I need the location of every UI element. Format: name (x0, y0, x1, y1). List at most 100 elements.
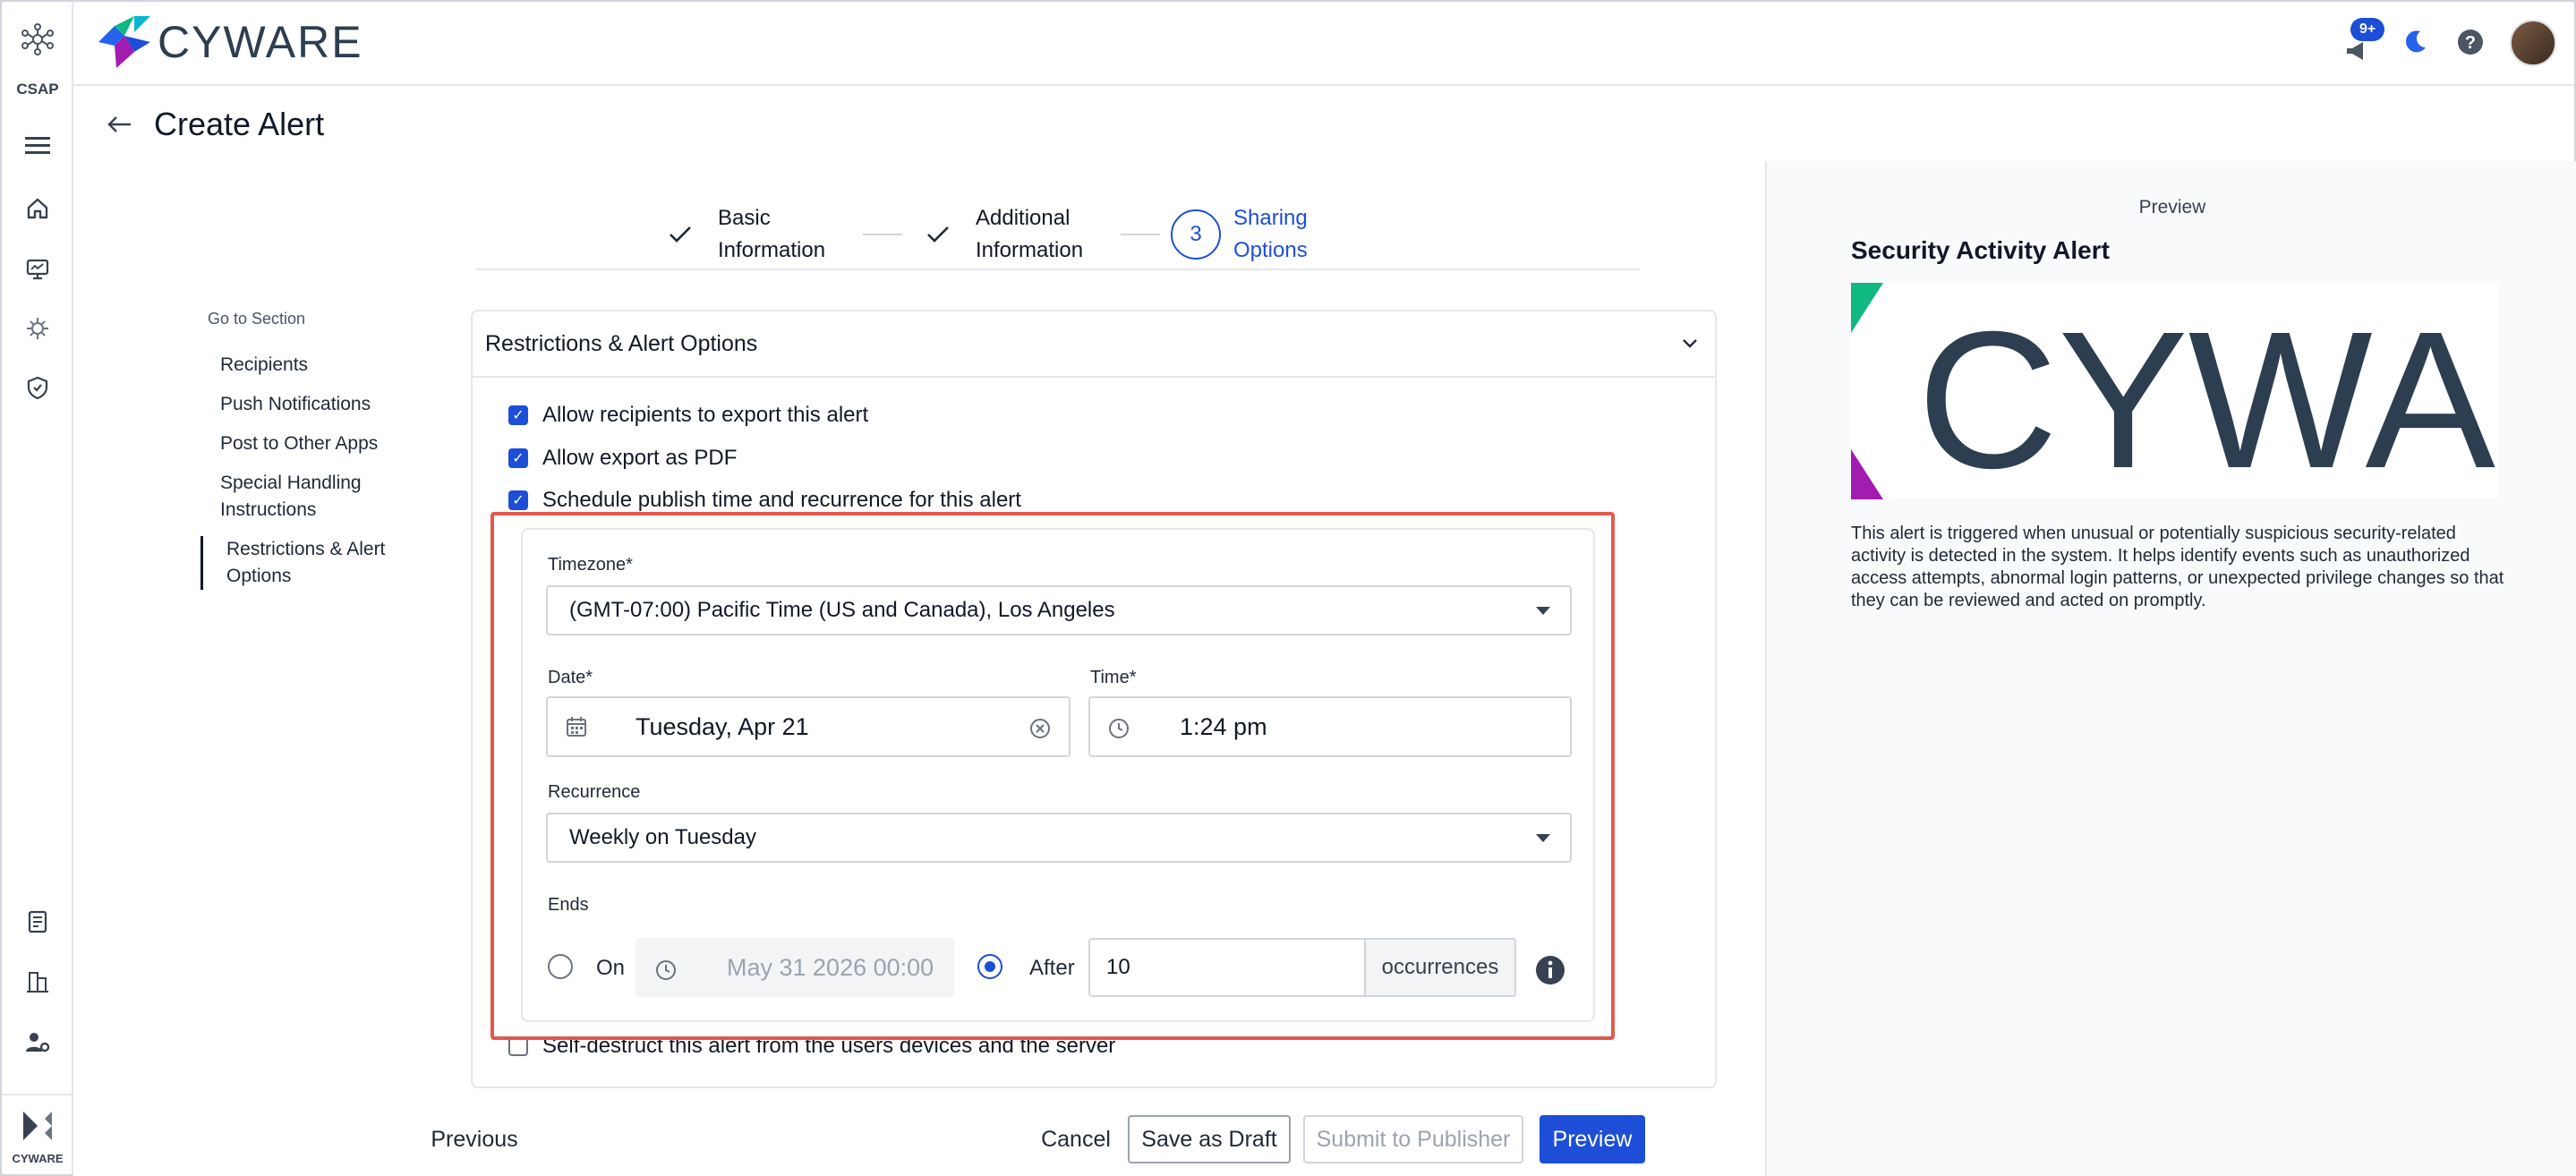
form-footer: Previous Cancel Save as Draft Submit to … (73, 1101, 1765, 1176)
help-button[interactable]: ? (2456, 28, 2486, 58)
preview-button[interactable]: Preview (1540, 1115, 1645, 1163)
threat-icon[interactable] (20, 311, 55, 346)
info-icon[interactable] (1534, 954, 1566, 986)
date-label: Date* (548, 668, 593, 687)
back-arrow-icon[interactable] (106, 109, 132, 142)
ends-on-radio[interactable] (548, 954, 573, 979)
page-title: Create Alert (154, 106, 325, 142)
submit-publisher-button[interactable]: Submit to Publisher (1303, 1115, 1523, 1163)
product-name: CSAP (16, 81, 59, 98)
ends-on-date-input[interactable]: May 31 2026 00:00 (635, 938, 954, 997)
option-label: Allow recipients to export this alert (542, 403, 869, 427)
top-bar: CYWARE 9+ ? (73, 2, 2574, 86)
recurrence-select[interactable]: Weekly on Tuesday (546, 813, 1572, 863)
caret-down-icon (1536, 607, 1550, 615)
time-input[interactable]: 1:24 pm (1088, 696, 1572, 757)
option-export-pdf[interactable]: ✓ Allow export as PDF (508, 446, 737, 471)
chevron-down-icon[interactable] (1681, 337, 1699, 350)
cyware-logo-icon (98, 16, 150, 68)
notification-badge: 9+ (2350, 18, 2385, 41)
option-export-alert[interactable]: ✓ Allow recipients to export this alert (508, 403, 868, 428)
step-basic-information[interactable]: Basic Information (655, 202, 852, 267)
goto-item-restrictions[interactable]: Restrictions & Alert Options (200, 536, 406, 590)
goto-header: Go to Section (208, 310, 306, 328)
shield-icon[interactable] (20, 370, 55, 405)
previous-button[interactable]: Previous (421, 1115, 528, 1163)
app-window: CSAP CYWARE CYWARE 9+ ? Create Alert Bas… (0, 0, 2576, 1176)
save-draft-button[interactable]: Save as Draft (1128, 1115, 1291, 1163)
clock-icon (653, 958, 678, 983)
goto-item-special-handling[interactable]: Special Handling Instructions (208, 470, 396, 524)
svg-text:?: ? (2465, 33, 2476, 53)
preview-panel: Preview Security Activity Alert CYWAR Th… (1765, 161, 2576, 1176)
ends-after-input[interactable]: 10 occurrences (1088, 938, 1516, 997)
ends-after-value: 10 (1106, 955, 1130, 979)
ends-on-label: On (596, 956, 626, 980)
card-title: Restrictions & Alert Options (485, 330, 758, 356)
step-divider (1121, 234, 1160, 235)
clear-icon[interactable] (1028, 716, 1053, 741)
banner-wordmark: CYWAR (1917, 292, 2499, 499)
timezone-label: Timezone* (548, 555, 633, 575)
date-value: Tuesday, Apr 21 (635, 712, 809, 740)
step-label: Additional Information (976, 206, 1084, 262)
goto-item-post-to-other-apps[interactable]: Post to Other Apps (208, 430, 440, 457)
stepper: Basic Information Additional Information… (655, 202, 1368, 267)
step-number: 3 (1171, 209, 1221, 260)
date-input[interactable]: Tuesday, Apr 21 (546, 696, 1070, 757)
calendar-icon (564, 714, 589, 739)
megaphone-icon (2347, 42, 2363, 60)
brand-wordmark: CYWARE (158, 17, 363, 67)
ends-after-label: After (1029, 956, 1075, 980)
check-icon (913, 209, 963, 260)
home-icon[interactable] (20, 191, 55, 226)
goto-item-push-notifications[interactable]: Push Notifications (208, 391, 440, 418)
cyware-banner-image: CYWAR (1851, 283, 2499, 499)
preview-description: This alert is triggered when unusual or … (1851, 524, 2504, 610)
occurrences-addon: occurrences (1364, 940, 1514, 995)
time-value: 1:24 pm (1180, 712, 1267, 740)
goto-section-nav: Go to Section Recipients Push Notificati… (200, 310, 440, 602)
check-icon (655, 209, 705, 260)
footer-brand-text: CYWARE (12, 1152, 64, 1165)
clock-icon (1106, 716, 1131, 741)
notifications-button[interactable]: 9+ (2343, 18, 2385, 61)
option-schedule-publish[interactable]: ✓ Schedule publish time and recurrence f… (508, 488, 1021, 513)
page-header: Create Alert (73, 88, 2574, 161)
checkbox-checked[interactable]: ✓ (508, 448, 528, 468)
brand-logo[interactable]: CYWARE (97, 14, 363, 70)
recurrence-label: Recurrence (548, 782, 641, 802)
checkbox-checked[interactable]: ✓ (508, 490, 528, 510)
preview-alert-title: Security Activity Alert (1851, 236, 2110, 264)
option-label: Allow export as PDF (542, 446, 738, 470)
checkbox-checked[interactable]: ✓ (508, 405, 528, 425)
left-rail: CSAP CYWARE (2, 2, 73, 1174)
report-icon[interactable] (20, 904, 55, 940)
step-additional-information[interactable]: Additional Information (913, 202, 1110, 267)
ends-after-radio[interactable] (977, 954, 1002, 979)
option-label: Schedule publish time and recurrence for… (542, 488, 1021, 512)
step-divider (863, 234, 902, 235)
step-sharing-options[interactable]: 3 Sharing Options (1171, 202, 1368, 267)
stepper-divider (476, 268, 1640, 270)
app-switcher-icon[interactable] (20, 21, 55, 57)
user-avatar[interactable] (2510, 20, 2556, 66)
cyware-footer-logo: CYWARE (2, 1094, 73, 1174)
cancel-button[interactable]: Cancel (1022, 1115, 1130, 1163)
timezone-value: (GMT-07:00) Pacific Time (US and Canada)… (569, 598, 1115, 622)
preview-image: CYWAR (1851, 283, 2499, 499)
timezone-select[interactable]: (GMT-07:00) Pacific Time (US and Canada)… (546, 585, 1572, 635)
menu-icon[interactable] (20, 128, 55, 164)
dark-mode-toggle[interactable] (2402, 28, 2433, 58)
step-label: Basic Information (718, 206, 826, 262)
buildings-icon[interactable] (20, 964, 55, 1000)
step-label: Sharing Options (1233, 206, 1308, 262)
monitor-icon[interactable] (20, 251, 55, 286)
ends-label: Ends (548, 895, 589, 915)
goto-item-recipients[interactable]: Recipients (208, 352, 440, 379)
preview-label: Preview (2138, 197, 2206, 217)
main-form-area: Basic Information Additional Information… (73, 161, 1765, 1176)
card-header[interactable]: Restrictions & Alert Options (473, 311, 1715, 378)
user-settings-icon[interactable] (20, 1024, 55, 1060)
help-icon: ? (2458, 30, 2483, 55)
